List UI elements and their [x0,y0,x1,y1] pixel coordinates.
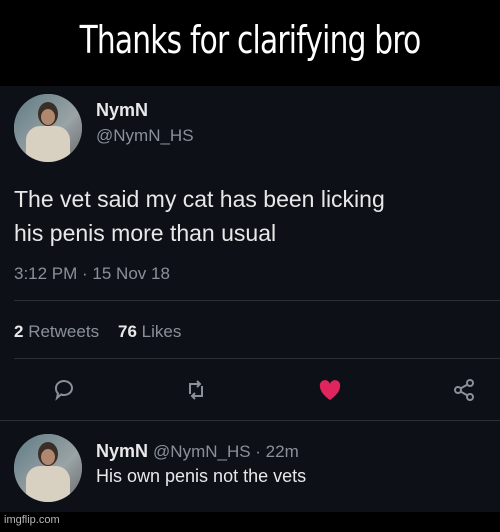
reply-handle-time[interactable]: @NymN_HS · 22m [153,442,299,461]
tweet-timestamp[interactable]: 3:12 PM · 15 Nov 18 [14,264,170,284]
reply-icon[interactable] [50,376,78,404]
tweet-stats: 2 Retweets 76 Likes [14,322,181,342]
reply-display-name[interactable]: NymN [96,441,148,461]
tweet-actions [0,376,500,410]
avatar[interactable] [14,94,82,162]
reply-header: NymN @NymN_HS · 22m [96,441,299,462]
like-icon[interactable] [316,376,344,404]
tweet-text-line-1: The vet said my cat has been licking [14,186,385,212]
user-handle[interactable]: @NymN_HS [96,126,194,146]
divider [0,420,500,421]
reply-text: His own penis not the vets [96,466,307,486]
meme-caption: Thanks for clarifying bro [79,18,422,62]
retweets-link[interactable]: 2 Retweets [14,322,99,341]
reply-avatar[interactable] [14,434,82,502]
divider [14,358,500,359]
likes-link[interactable]: 76 Likes [118,322,181,341]
likes-label: Likes [141,322,182,341]
tweet-card: NymN @NymN_HS The vet said my cat has be… [0,86,500,512]
divider [14,300,500,301]
likes-count: 76 [117,322,137,341]
retweet-icon[interactable] [182,376,210,404]
retweets-label: Retweets [28,322,100,341]
retweets-count: 2 [14,322,24,341]
display-name[interactable]: NymN [96,100,148,121]
tweet-text-line-2: his penis more than usual [14,220,277,246]
tweet-text: The vet said my cat has been licking his… [14,182,494,250]
watermark: imgflip.com [4,514,60,526]
share-icon[interactable] [450,376,478,404]
